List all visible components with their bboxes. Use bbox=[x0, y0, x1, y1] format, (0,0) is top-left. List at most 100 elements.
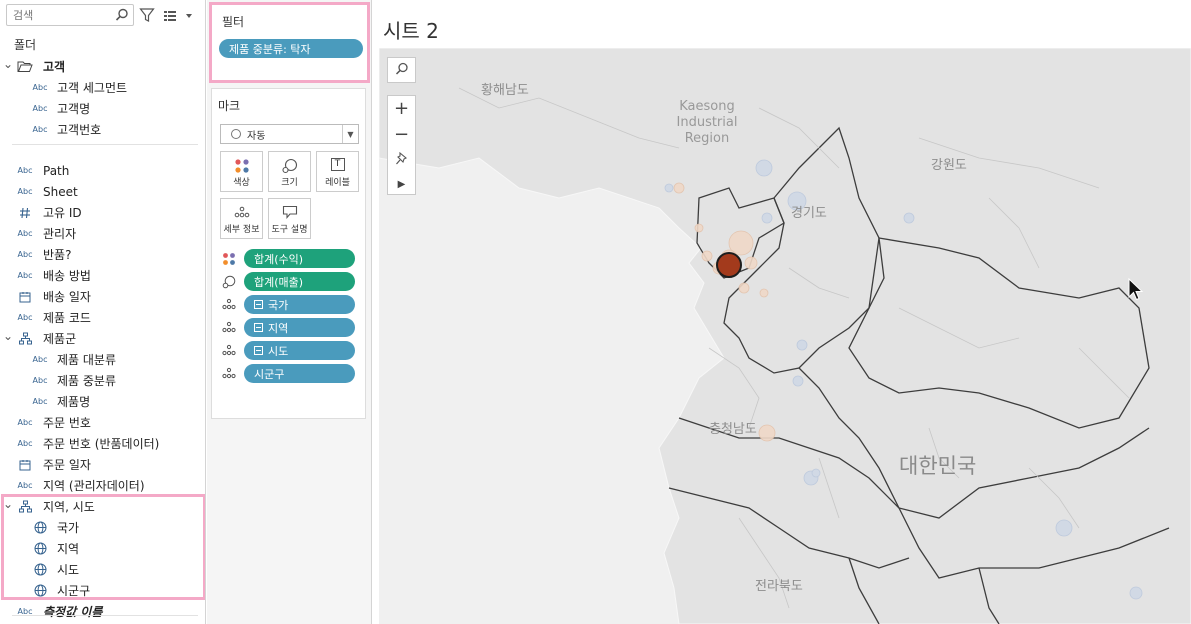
view-list-icon[interactable] bbox=[162, 8, 196, 24]
pin-icon[interactable] bbox=[395, 151, 409, 171]
field-type-icon: Abc bbox=[29, 374, 51, 388]
field-item[interactable]: Abc 제품 대분류 bbox=[0, 349, 205, 370]
field-type-icon: Abc bbox=[14, 437, 36, 451]
mark-pill[interactable]: 시도 bbox=[244, 341, 355, 360]
field-item[interactable]: Abc 고객명 bbox=[0, 98, 205, 119]
mark-pill[interactable]: 합계(수익) bbox=[244, 249, 355, 268]
map-label-kaesong: Kaesong Industrial Region bbox=[667, 99, 747, 147]
color-icon[interactable] bbox=[222, 252, 236, 266]
abc-type-icon: Abc bbox=[32, 355, 48, 364]
abc-type-icon: Abc bbox=[17, 187, 33, 196]
chevron-down-icon[interactable]: ⌄ bbox=[3, 497, 13, 511]
divider bbox=[12, 144, 198, 145]
search-row bbox=[6, 4, 202, 28]
field-label: 측정값 이름 bbox=[43, 605, 103, 619]
field-type-icon: Abc bbox=[29, 123, 51, 137]
field-item[interactable]: 지역 bbox=[0, 538, 205, 559]
map-label-chungnam: 충청남도 bbox=[709, 422, 757, 437]
size-button[interactable]: 크기 bbox=[268, 151, 311, 192]
mark-type-select[interactable]: 자동 ▼ bbox=[220, 124, 359, 144]
field-item[interactable]: ⌄ 고객 bbox=[0, 56, 205, 77]
field-type-icon: Abc bbox=[14, 269, 36, 283]
field-item[interactable]: Abc 지역 (관리자데이터) bbox=[0, 475, 205, 496]
field-item[interactable]: 고유 ID bbox=[0, 202, 205, 223]
tooltip-label: 도구 설명 bbox=[271, 225, 308, 235]
filter-pill[interactable]: 제품 중분류: 탁자 bbox=[219, 39, 363, 58]
chevron-down-icon[interactable]: ⌄ bbox=[3, 57, 13, 71]
abc-type-icon: Abc bbox=[17, 439, 33, 448]
field-item[interactable]: Abc Path bbox=[0, 160, 205, 181]
mark-pill[interactable]: 합계(매출) bbox=[244, 272, 355, 291]
map-label-kaesong-line3: Region bbox=[684, 131, 730, 146]
sheet-title[interactable]: 시트 2 bbox=[383, 15, 439, 44]
size-icon[interactable] bbox=[222, 275, 236, 289]
color-button[interactable]: 색상 bbox=[220, 151, 263, 192]
zoom-in-button[interactable]: + bbox=[394, 100, 409, 118]
field-label: 제품명 bbox=[57, 395, 91, 409]
field-item[interactable]: 국가 bbox=[0, 517, 205, 538]
field-item[interactable]: 배송 일자 bbox=[0, 286, 205, 307]
detail-icon[interactable] bbox=[222, 367, 236, 381]
field-item[interactable]: Abc 제품 코드 bbox=[0, 307, 205, 328]
tooltip-button[interactable]: 도구 설명 bbox=[268, 198, 311, 239]
field-item[interactable]: ⌄ 지역, 시도 bbox=[0, 496, 205, 517]
search-icon bbox=[395, 62, 409, 79]
field-label: Sheet bbox=[43, 184, 78, 199]
map-toolbar: + − ▶ bbox=[387, 55, 417, 205]
mark-pill[interactable]: 시군구 bbox=[244, 364, 355, 383]
field-label: 고객 세그먼트 bbox=[57, 81, 128, 95]
filters-card[interactable]: 필터 제품 중분류: 탁자 bbox=[209, 2, 370, 83]
abc-type-icon: Abc bbox=[17, 229, 33, 238]
play-icon[interactable]: ▶ bbox=[398, 179, 406, 190]
color-label: 색상 bbox=[233, 178, 250, 188]
detail-icon[interactable] bbox=[222, 344, 236, 358]
collapse-icon[interactable] bbox=[254, 346, 263, 355]
field-label: 지역, 시도 bbox=[43, 500, 95, 514]
mark-pill[interactable]: 지역 bbox=[244, 318, 355, 337]
field-item[interactable]: Abc 주문 번호 (반품데이터) bbox=[0, 433, 205, 454]
chevron-down-icon[interactable]: ▼ bbox=[342, 125, 358, 143]
detail-icon[interactable] bbox=[222, 321, 236, 335]
field-label: 국가 bbox=[57, 521, 80, 535]
field-item[interactable]: Abc 관리자 bbox=[0, 223, 205, 244]
field-label: 주문 번호 bbox=[43, 416, 91, 430]
field-item[interactable]: Abc 측정값 이름 bbox=[0, 601, 205, 622]
zoom-out-button[interactable]: − bbox=[394, 126, 409, 144]
field-item[interactable]: Abc 제품명 bbox=[0, 391, 205, 412]
mouse-cursor-icon bbox=[1128, 277, 1144, 305]
chevron-down-icon[interactable]: ⌄ bbox=[3, 329, 13, 343]
field-type-icon bbox=[14, 458, 36, 472]
label-button[interactable]: T 레이블 bbox=[316, 151, 359, 192]
field-type-icon: Abc bbox=[14, 227, 36, 241]
collapse-icon[interactable] bbox=[254, 323, 263, 332]
field-item[interactable]: Abc 주문 번호 bbox=[0, 412, 205, 433]
filter-icon[interactable] bbox=[139, 7, 155, 26]
size-icon bbox=[269, 158, 310, 174]
search-input[interactable] bbox=[7, 5, 107, 25]
field-item[interactable]: Abc 배송 방법 bbox=[0, 265, 205, 286]
field-label: 주문 번호 (반품데이터) bbox=[43, 437, 160, 451]
map-view[interactable]: 황해남도 Kaesong Industrial Region 강원도 경기도 충… bbox=[379, 48, 1191, 624]
detail-icon[interactable] bbox=[222, 298, 236, 312]
collapse-icon[interactable] bbox=[254, 300, 263, 309]
globe-icon bbox=[34, 542, 46, 555]
field-item[interactable]: Abc Sheet bbox=[0, 181, 205, 202]
field-item[interactable]: 주문 일자 bbox=[0, 454, 205, 475]
field-item[interactable]: Abc 제품 중분류 bbox=[0, 370, 205, 391]
search-icon[interactable] bbox=[115, 8, 129, 25]
map-search-button[interactable] bbox=[387, 57, 416, 83]
field-item[interactable]: 시도 bbox=[0, 559, 205, 580]
abc-type-icon: Abc bbox=[17, 418, 33, 427]
detail-button[interactable]: 세부 정보 bbox=[220, 198, 263, 239]
mark-pill-label: 합계(매출) bbox=[254, 275, 304, 289]
field-item[interactable]: ⌄ 제품군 bbox=[0, 328, 205, 349]
mark-pill[interactable]: 국가 bbox=[244, 295, 355, 314]
field-type-icon bbox=[14, 60, 36, 74]
field-item[interactable]: Abc 고객번호 bbox=[0, 119, 205, 140]
search-box[interactable] bbox=[6, 4, 134, 26]
field-item[interactable]: Abc 고객 세그먼트 bbox=[0, 77, 205, 98]
field-item[interactable]: Abc 반품? bbox=[0, 244, 205, 265]
field-item[interactable]: 시군구 bbox=[0, 580, 205, 601]
field-label: Path bbox=[43, 163, 70, 178]
map-zoom-group: + − ▶ bbox=[387, 95, 416, 195]
